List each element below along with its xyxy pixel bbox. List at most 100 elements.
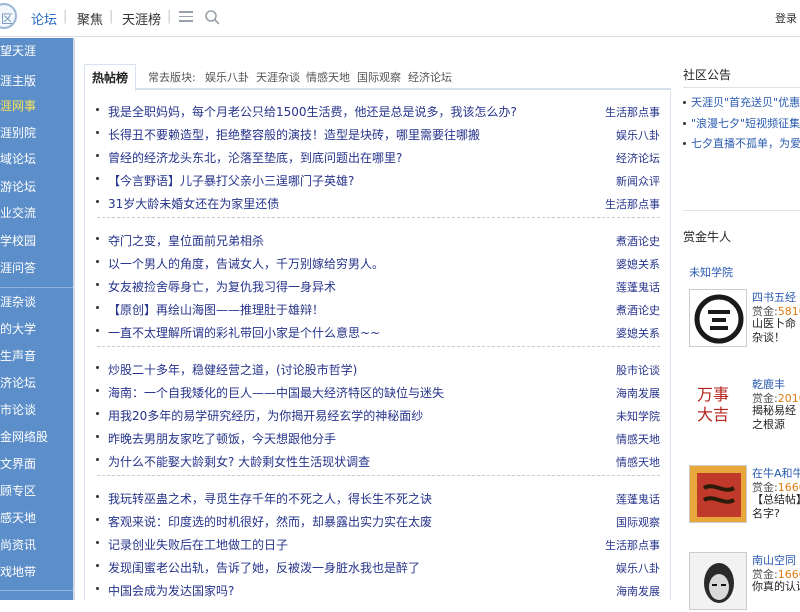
post-title-link[interactable]: 长得丑不要赖造型，拒绝整容般的演技！造型是块砖，哪里需要往哪搬 <box>108 126 480 143</box>
post-title-link[interactable]: 发现闺蜜老公出轨，告诉了她，反被泼一身脏水我也是醉了 <box>108 559 420 576</box>
board-tag-link[interactable]: 情感天地 <box>616 431 660 447</box>
notice-item[interactable]: 七夕直播不孤单，为爱 <box>683 135 800 151</box>
post-title-link[interactable]: 我玩转巫蛊之术，寻觅生存千年的不死之人，得长生不死之诀 <box>108 490 432 507</box>
sidebar-item[interactable]: 金网络股 <box>0 428 73 450</box>
board-tag-link[interactable]: 娱乐八卦 <box>616 127 660 143</box>
board-tag-link[interactable]: 未知学院 <box>616 408 660 424</box>
post-title-link[interactable]: 31岁大龄未婚女还在为家里还债 <box>108 195 279 212</box>
post-title-link[interactable]: 【原创】再绘山海图——推理肚于雄辩！ <box>108 301 324 318</box>
nav-focus[interactable]: 聚焦 <box>77 9 103 28</box>
post-title-link[interactable]: 我是全职妈妈，每个月老公只给1500生活费，他还是总是说多，我该怎么办? <box>108 103 517 120</box>
board-tag-link[interactable]: 海南发展 <box>616 583 660 599</box>
frequent-board-link[interactable]: 情感天地 <box>306 69 350 85</box>
notice-item[interactable]: 天涯贝"首充送贝"优惠 <box>683 94 800 110</box>
board-tag-link[interactable]: 股市论谈 <box>616 362 660 378</box>
board-tag-link[interactable]: 海南发展 <box>616 385 660 401</box>
reward-user-card[interactable]: 四书五经 赏金:5810 山医卜命杂谈！ <box>689 289 800 349</box>
sidebar-item[interactable]: 感天地 <box>0 509 73 531</box>
post-title-link[interactable]: 客观来说：印度选的时机很好，然而，却暴露出实力实在太废 <box>108 513 432 530</box>
sidebar-item[interactable]: 的大学 <box>0 320 73 342</box>
board-tag-link[interactable]: 经济论坛 <box>616 150 660 166</box>
avatar[interactable]: 万事 大吉 <box>689 376 747 434</box>
group-divider <box>97 346 660 347</box>
post-row: 用我20多年的易学研究经历，为你揭开易经玄学的神秘面纱 未知学院 <box>85 404 672 427</box>
post-title-link[interactable]: 记录创业失败后在工地做工的日子 <box>108 536 288 553</box>
frequent-board-link[interactable]: 国际观察 <box>357 69 401 85</box>
sidebar-item[interactable]: 顾专区 <box>0 482 73 504</box>
question-text[interactable]: 你真的认识 <box>752 580 800 594</box>
question-text[interactable]: 【总结帖】名字? <box>752 493 800 521</box>
post-row: 31岁大龄未婚女还在为家里还债 生活那点事 <box>85 192 672 215</box>
sidebar-item[interactable]: 涯主版 <box>0 72 73 94</box>
post-title-link[interactable]: 用我20多年的易学研究经历，为你揭开易经玄学的神秘面纱 <box>108 407 423 424</box>
sidebar-scrollbar[interactable] <box>73 38 75 600</box>
site-logo[interactable]: 区 <box>0 3 17 29</box>
bullet-icon <box>96 495 99 498</box>
board-tag-link[interactable]: 煮酒论史 <box>616 302 660 318</box>
post-title-link[interactable]: 中国会成为发达国家吗? <box>108 582 234 599</box>
board-tag-link[interactable]: 生活那点事 <box>605 537 660 553</box>
nav-separator: | <box>109 9 114 24</box>
board-tag-link[interactable]: 莲蓬鬼话 <box>616 279 660 295</box>
sidebar-item-active[interactable]: 涯网事 <box>0 97 73 119</box>
post-title-link[interactable]: 以一个男人的角度，告诫女人，千万别嫁给穷男人。 <box>108 255 384 272</box>
post-title-link[interactable]: 【今言野语】儿子暴打父亲小三逞哪门子英雄? <box>108 172 354 189</box>
sidebar-item[interactable]: 学校园 <box>0 232 73 254</box>
board-tag-link[interactable]: 情感天地 <box>616 454 660 470</box>
sidebar-item[interactable]: 游论坛 <box>0 178 73 200</box>
nav-tianya-rank[interactable]: 天涯榜 <box>122 9 161 28</box>
frequent-boards-label: 常去版块: <box>148 71 196 84</box>
post-title-link[interactable]: 一直不太理解所谓的彩礼带回小家是个什么意思~~ <box>108 324 380 341</box>
board-tag-link[interactable]: 婆媳关系 <box>616 325 660 341</box>
post-title-link[interactable]: 夺门之变，皇位面前兄弟相杀 <box>108 232 264 249</box>
post-title-link[interactable]: 昨晚去男朋友家吃了顿饭，今天想跟他分手 <box>108 430 336 447</box>
board-tag-link[interactable]: 莲蓬鬼话 <box>616 491 660 507</box>
board-tag-link[interactable]: 婆媳关系 <box>616 256 660 272</box>
board-tag-link[interactable]: 煮酒论史 <box>616 233 660 249</box>
sidebar-item[interactable]: 涯杂谈 <box>0 293 73 315</box>
sidebar-item[interactable]: 济论坛 <box>0 374 73 396</box>
board-tag-link[interactable]: 国际观察 <box>616 514 660 530</box>
frequent-board-link[interactable]: 天涯杂谈 <box>256 69 300 85</box>
reward-user-card[interactable]: 南山空同 赏金:1660 你真的认识 <box>689 552 800 612</box>
menu-icon[interactable] <box>179 11 193 23</box>
bullet-icon <box>96 260 99 263</box>
avatar[interactable] <box>689 465 747 523</box>
post-title-link[interactable]: 海南：一个自我矮化的巨人——中国最大经济特区的缺位与迷失 <box>108 384 444 401</box>
board-tag-link[interactable]: 新闻众评 <box>616 173 660 189</box>
sidebar-item[interactable]: 涯问答 <box>0 259 73 281</box>
question-text[interactable]: 揭秘易经 之根源 <box>752 404 800 432</box>
question-text[interactable]: 山医卜命 杂谈！ <box>752 317 800 345</box>
avatar[interactable] <box>689 552 747 610</box>
login-link[interactable]: 登录 <box>775 10 797 26</box>
sidebar-item[interactable]: 生声音 <box>0 347 73 369</box>
bullet-icon <box>96 329 99 332</box>
post-title-link[interactable]: 女友被捡舍辱身亡，为复仇我习得一身异术 <box>108 278 336 295</box>
post-title-link[interactable]: 曾经的经济龙头东北，沦落至垫底，到底问题出在哪里? <box>108 149 402 166</box>
avatar[interactable] <box>689 289 747 347</box>
search-icon[interactable] <box>204 9 220 25</box>
board-tag-link[interactable]: 生活那点事 <box>605 196 660 212</box>
sidebar-item[interactable]: 望天涯 <box>0 42 73 64</box>
post-row: 以一个男人的角度，告诫女人，千万别嫁给穷男人。 婆媳关系 <box>85 252 672 275</box>
notice-item[interactable]: "浪漫七夕"短视频征集 <box>683 115 800 131</box>
sidebar-item[interactable]: 域论坛 <box>0 150 73 172</box>
board-tag-link[interactable]: 生活那点事 <box>605 104 660 120</box>
frequent-board-link[interactable]: 娱乐八卦 <box>205 69 249 85</box>
reward-user-card[interactable]: 万事大吉 乾鹿丰 赏金:2010 揭秘易经之根源 <box>689 376 800 436</box>
sidebar-item[interactable]: 文界面 <box>0 455 73 477</box>
post-title-link[interactable]: 炒股二十多年，稳健经营之道，(讨论股市哲学) <box>108 361 357 378</box>
sidebar-item[interactable]: 戏地带 <box>0 563 73 585</box>
post-title-link[interactable]: 为什么不能娶大龄剩女? 大龄剩女性生活现状调查 <box>108 453 370 470</box>
sidebar-item[interactable]: 涯别院 <box>0 124 73 146</box>
sidebar-item[interactable]: 业交流 <box>0 204 73 226</box>
tab-hot-posts[interactable]: 热帖榜 <box>84 64 136 92</box>
board-tag-link[interactable]: 娱乐八卦 <box>616 560 660 576</box>
sidebar-item[interactable]: 市论谈 <box>0 401 73 423</box>
post-row: 长得丑不要赖造型，拒绝整容般的演技！造型是块砖，哪里需要往哪搬 娱乐八卦 <box>85 123 672 146</box>
sidebar-item[interactable]: 尚资讯 <box>0 536 73 558</box>
board-name[interactable]: 未知学院 <box>689 264 733 280</box>
nav-forum[interactable]: 论坛 <box>31 9 57 28</box>
frequent-board-link[interactable]: 经济论坛 <box>408 69 452 85</box>
reward-user-card[interactable]: 在牛A和牛 赏金:1660 【总结帖】名字? <box>689 465 800 525</box>
